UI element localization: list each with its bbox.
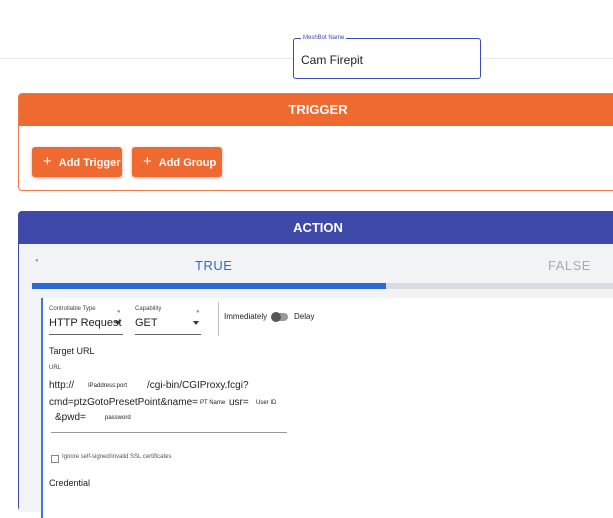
meshbot-name-label: MeshBot Name xyxy=(301,34,347,42)
url-underline xyxy=(51,432,287,433)
action-panel: Controllable Type ● HTTP Request Capabil… xyxy=(41,298,613,518)
progress-track xyxy=(32,283,613,289)
url-password-placeholder: password xyxy=(105,415,131,421)
target-url-title: Target URL xyxy=(49,346,95,356)
add-trigger-label: Add Trigger xyxy=(58,157,121,169)
add-group-label: Add Group xyxy=(158,157,217,169)
trigger-title: TRIGGER xyxy=(19,94,613,126)
controllable-type-label: Controllable Type xyxy=(49,306,96,312)
action-title: ACTION xyxy=(19,212,613,244)
url-usr-param: usr= xyxy=(229,397,249,408)
url-prefix: http:// xyxy=(49,380,75,391)
capability-label: Capability xyxy=(135,306,162,312)
chevron-down-icon xyxy=(115,321,121,325)
ssl-checkbox[interactable] xyxy=(51,455,59,463)
immediately-label: Immediately xyxy=(224,312,268,321)
tab-false[interactable]: FALSE xyxy=(548,258,591,273)
credential-title: Credential xyxy=(49,478,91,488)
action-card: ACTION ● TRUE FALSE Controllable Type ● … xyxy=(18,211,613,518)
capability-select[interactable]: GET xyxy=(135,317,201,335)
url-pwd-param: &pwd= xyxy=(55,412,86,423)
add-group-button[interactable]: + Add Group xyxy=(132,147,222,177)
immediately-delay-toggle[interactable] xyxy=(271,312,288,322)
meshbot-name-value[interactable]: Cam Firepit xyxy=(301,53,363,67)
plus-icon: + xyxy=(43,153,52,170)
url-path: /cgi-bin/CGIProxy.fcgi? xyxy=(147,380,249,391)
delay-label: Delay xyxy=(294,312,315,321)
info-icon[interactable]: ● xyxy=(35,258,39,264)
url-ip-placeholder: IPaddress:port xyxy=(88,383,128,389)
info-icon[interactable]: ● xyxy=(196,309,200,315)
action-body: ● TRUE FALSE Controllable Type ● HTTP Re… xyxy=(19,244,613,518)
chevron-down-icon xyxy=(193,321,199,325)
toggle-knob xyxy=(271,312,281,322)
controllable-type-select[interactable]: HTTP Request xyxy=(49,317,123,335)
progress-fill xyxy=(32,283,386,289)
url-label: URL xyxy=(49,365,62,371)
controllable-type-value: HTTP Request xyxy=(49,317,122,329)
url-cmd: cmd=ptzGotoPresetPoint&name= xyxy=(49,397,198,408)
url-user-placeholder: User ID xyxy=(256,400,277,406)
capability-value: GET xyxy=(135,317,158,329)
plus-icon: + xyxy=(143,153,152,170)
info-icon[interactable]: ● xyxy=(117,309,121,315)
trigger-card: TRIGGER + Add Trigger + Add Group xyxy=(18,93,613,191)
ssl-label: Ignore self-signed/invalid SSL certifica… xyxy=(62,454,172,460)
meshbot-name-field[interactable]: MeshBot Name Cam Firepit xyxy=(293,34,481,79)
tab-true[interactable]: TRUE xyxy=(195,258,232,273)
add-trigger-button[interactable]: + Add Trigger xyxy=(32,147,122,177)
url-name-placeholder: PT Name xyxy=(200,400,226,406)
field-divider xyxy=(218,302,219,336)
